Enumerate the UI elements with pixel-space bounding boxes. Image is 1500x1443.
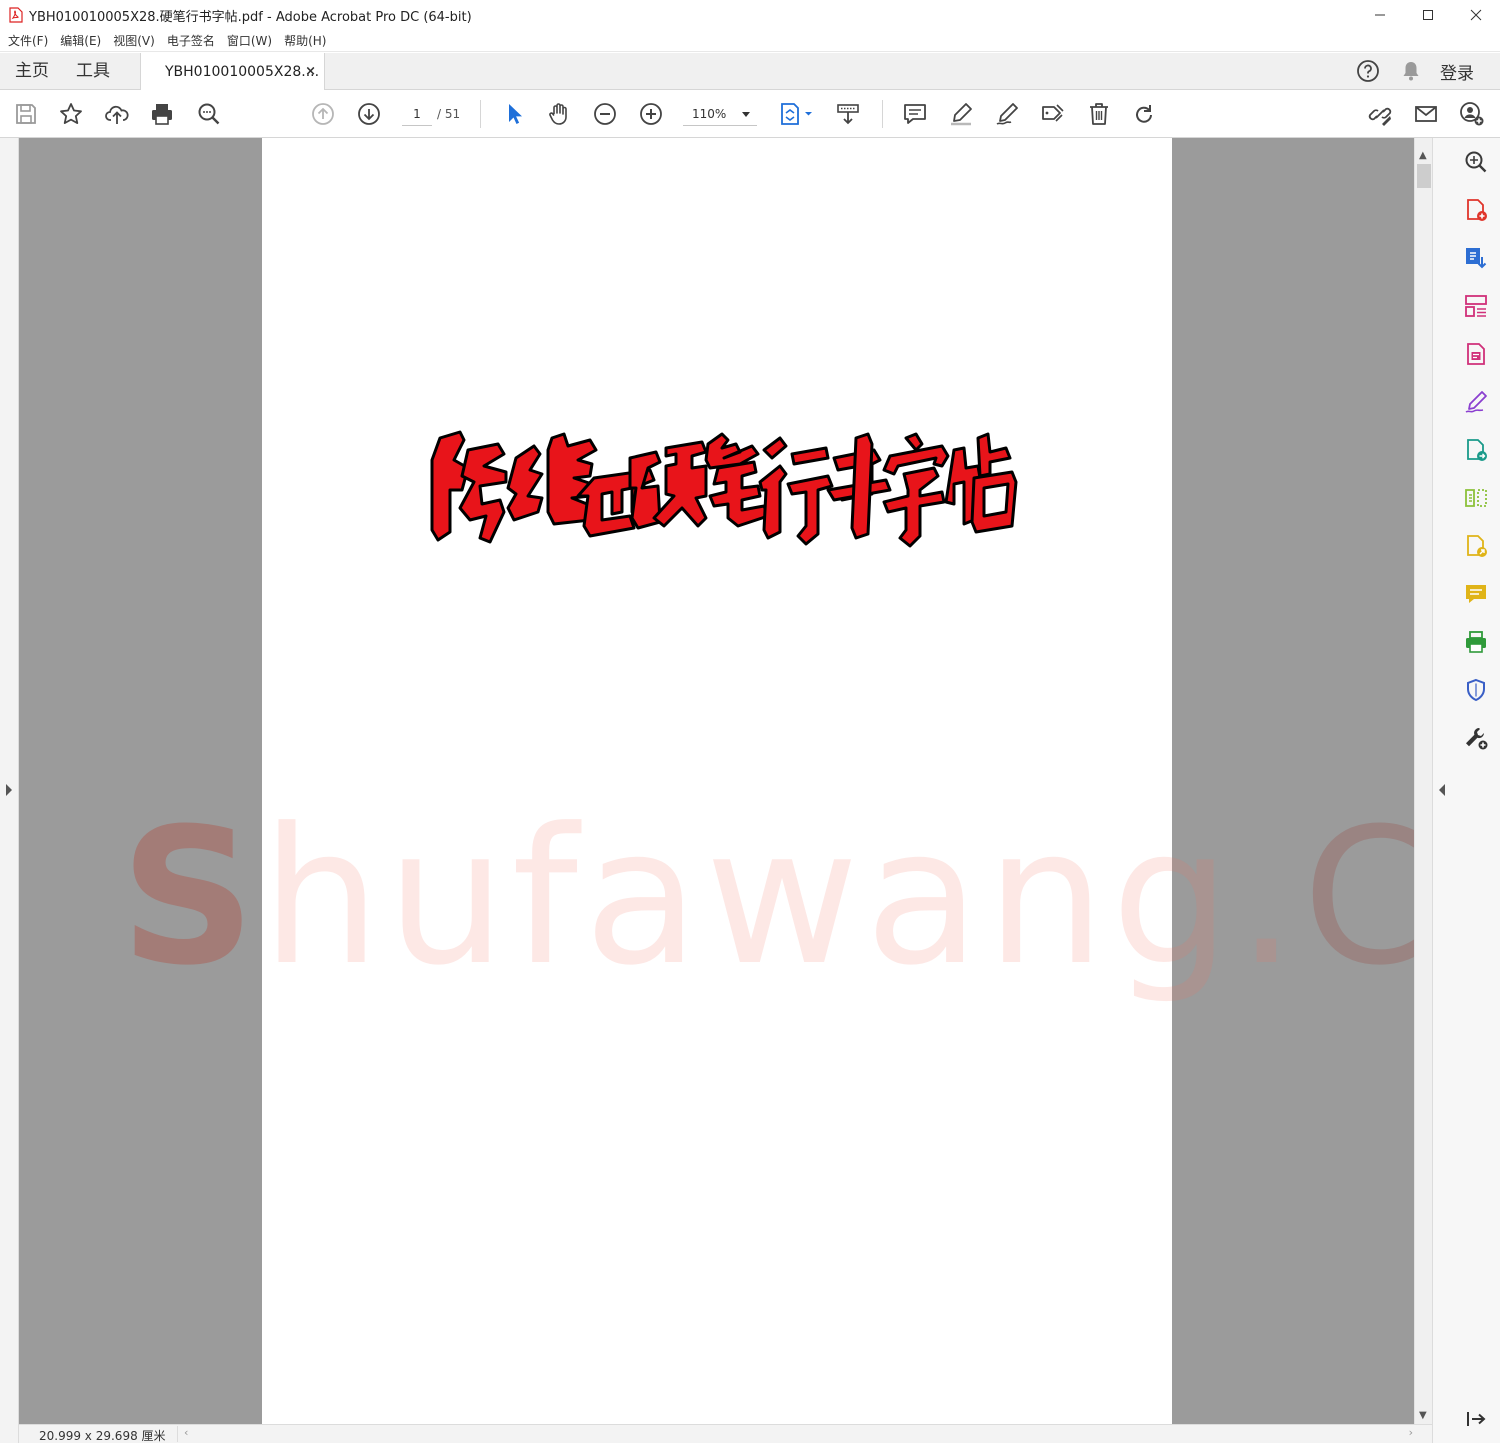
- close-tab-icon[interactable]: ×: [305, 64, 316, 79]
- title-bar: YBH010010005X28.硬笔行书字帖.pdf - Adobe Acrob…: [0, 0, 1500, 30]
- scroll-mode-icon[interactable]: [834, 100, 862, 128]
- select-cursor-icon[interactable]: [500, 100, 528, 128]
- organize-pages-icon[interactable]: [1462, 292, 1490, 320]
- scroll-left-icon[interactable]: ‹: [184, 1426, 188, 1439]
- create-pdf-icon[interactable]: [1462, 196, 1490, 224]
- link-sign-icon[interactable]: [1366, 100, 1394, 128]
- menu-bar: 文件(F) 编辑(E) 视图(V) 电子签名 窗口(W) 帮助(H): [0, 30, 1500, 52]
- share-icon[interactable]: [1462, 532, 1490, 560]
- highlighter-icon[interactable]: [947, 100, 975, 128]
- save-icon[interactable]: [12, 100, 40, 128]
- bookmark-star-icon[interactable]: [57, 100, 85, 128]
- document-workspace: Shufawang.CN ▲ ▼ 20.999 x 29.698 厘米 ‹ ›: [0, 138, 1500, 1443]
- more-tools-wrench-icon[interactable]: [1462, 724, 1490, 752]
- previous-page-icon[interactable]: [309, 100, 337, 128]
- search-icon[interactable]: [195, 100, 223, 128]
- print-production-icon[interactable]: [1462, 628, 1490, 656]
- protect-shield-icon[interactable]: [1462, 676, 1490, 704]
- add-user-share-icon[interactable]: [1458, 100, 1486, 128]
- email-envelope-icon[interactable]: [1412, 100, 1440, 128]
- login-button[interactable]: 登录: [1440, 59, 1474, 84]
- tab-tools[interactable]: 工具: [76, 53, 110, 89]
- delete-trash-icon[interactable]: [1085, 100, 1113, 128]
- minimize-button[interactable]: [1356, 0, 1404, 30]
- rotate-icon[interactable]: [1130, 100, 1158, 128]
- menu-file[interactable]: 文件(F): [4, 32, 56, 49]
- send-for-review-icon[interactable]: [1462, 436, 1490, 464]
- page-number-input[interactable]: 1: [402, 102, 432, 126]
- upload-cloud-icon[interactable]: [103, 100, 131, 128]
- scroll-down-icon[interactable]: ▼: [1419, 1410, 1427, 1421]
- print-icon[interactable]: [148, 100, 176, 128]
- hand-tool-icon[interactable]: [545, 100, 573, 128]
- zoom-level-value: 110%: [692, 107, 727, 121]
- calligraphy-title: [430, 430, 1018, 548]
- menu-window[interactable]: 窗口(W): [223, 32, 280, 49]
- page-dimensions: 20.999 x 29.698 厘米: [39, 1429, 166, 1443]
- status-bar: 20.999 x 29.698 厘米 ‹ ›: [19, 1424, 1432, 1443]
- horizontal-scrollbar[interactable]: ‹ ›: [177, 1426, 1417, 1442]
- scroll-up-icon[interactable]: ▲: [1419, 150, 1427, 161]
- enhance-scan-icon[interactable]: [1462, 148, 1490, 176]
- main-toolbar: 1 / 51 110%: [0, 90, 1500, 138]
- menu-help[interactable]: 帮助(H): [280, 32, 334, 49]
- next-page-icon[interactable]: [355, 100, 383, 128]
- zoom-in-icon[interactable]: [637, 100, 665, 128]
- help-icon[interactable]: [1356, 59, 1380, 83]
- scroll-thumb[interactable]: [1417, 164, 1431, 188]
- toolbar-divider: [882, 100, 883, 128]
- vertical-scrollbar[interactable]: ▲ ▼: [1414, 138, 1432, 1424]
- collapse-right-pane-icon[interactable]: [1439, 784, 1445, 796]
- edit-pdf-icon[interactable]: [1462, 340, 1490, 368]
- tab-home[interactable]: 主页: [15, 53, 49, 89]
- chevron-down-icon: [742, 112, 750, 117]
- toolbar-divider: [480, 100, 481, 128]
- stamp-tag-icon[interactable]: [1039, 100, 1067, 128]
- scroll-right-icon[interactable]: ›: [1409, 1426, 1413, 1439]
- acrobat-pdf-icon: [8, 7, 24, 23]
- comment-icon[interactable]: [901, 100, 929, 128]
- right-tools-pane: [1432, 138, 1500, 1443]
- collapse-tools-pane-icon[interactable]: [1462, 1405, 1490, 1433]
- expand-left-panel-icon[interactable]: [6, 784, 12, 796]
- page-total: / 51: [437, 107, 461, 121]
- maximize-button[interactable]: [1404, 0, 1452, 30]
- compare-files-icon[interactable]: [1462, 484, 1490, 512]
- zoom-level-select[interactable]: 110%: [683, 102, 757, 126]
- draw-pen-icon[interactable]: [993, 100, 1021, 128]
- export-pdf-icon[interactable]: [1462, 244, 1490, 272]
- document-tab-label: YBH010010005X28....: [165, 63, 320, 80]
- document-viewer[interactable]: [19, 138, 1414, 1424]
- fill-sign-icon[interactable]: [1462, 388, 1490, 416]
- menu-edit[interactable]: 编辑(E): [56, 32, 109, 49]
- tab-bar: 主页 工具 YBH010010005X28.... × 登录: [0, 53, 1500, 90]
- zoom-out-icon[interactable]: [591, 100, 619, 128]
- menu-view[interactable]: 视图(V): [109, 32, 163, 49]
- close-window-button[interactable]: [1452, 0, 1500, 30]
- left-panel-toggle[interactable]: [0, 138, 19, 1443]
- page-fit-icon[interactable]: [776, 100, 816, 128]
- comment-tool-icon[interactable]: [1462, 580, 1490, 608]
- pdf-page[interactable]: [262, 138, 1172, 1424]
- tab-document[interactable]: YBH010010005X28.... ×: [140, 53, 325, 90]
- menu-e-sign[interactable]: 电子签名: [163, 32, 223, 49]
- bell-icon[interactable]: [1400, 60, 1422, 82]
- window-title: YBH010010005X28.硬笔行书字帖.pdf - Adobe Acrob…: [29, 9, 472, 25]
